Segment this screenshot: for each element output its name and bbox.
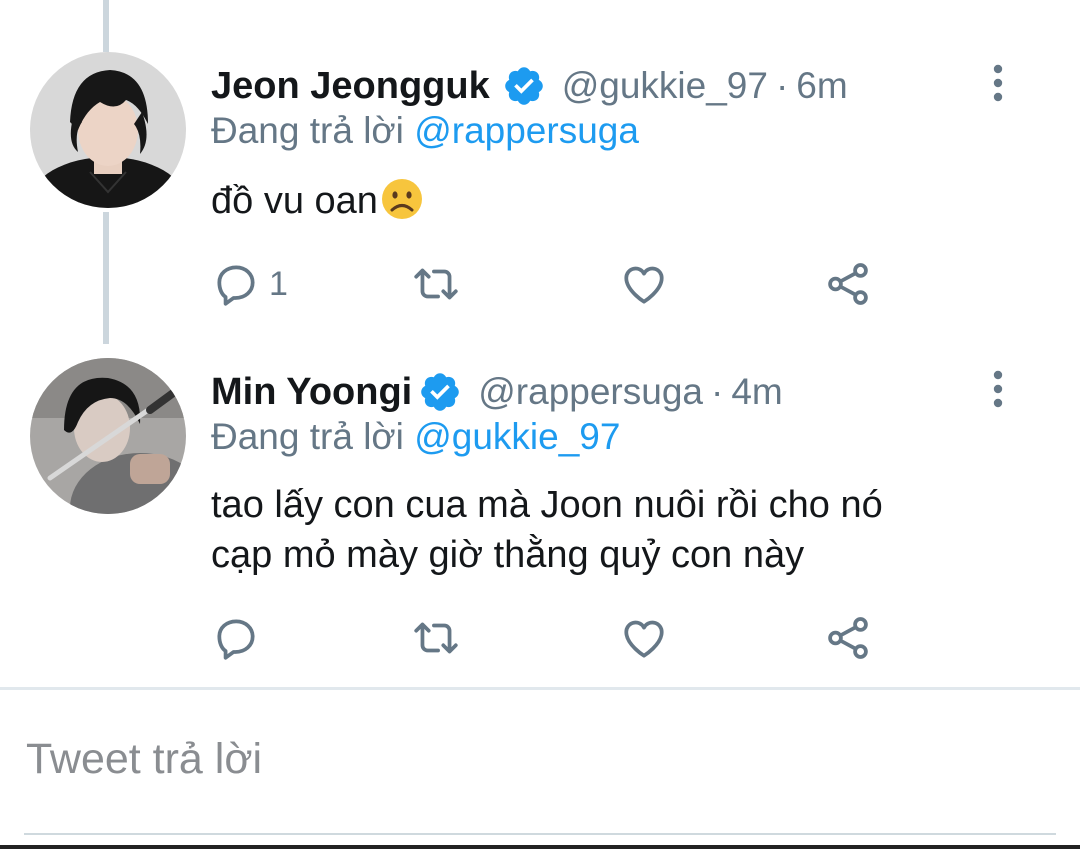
compose-underline	[24, 833, 1056, 835]
replying-label: Đang trả lời	[211, 110, 404, 151]
share-icon	[828, 617, 868, 659]
tweet-text: tao lấy con cua mà Joon nuôi rồi cho nó …	[211, 480, 1001, 580]
more-options-icon[interactable]	[986, 64, 1010, 104]
separator: ·	[775, 65, 789, 106]
reply-count: 1	[269, 264, 288, 303]
avatar[interactable]	[30, 52, 186, 208]
frowning-face-icon	[380, 177, 424, 221]
tweet-actions: 1	[211, 254, 911, 314]
more-options-icon[interactable]	[986, 370, 1010, 410]
tweet[interactable]: Jeon Jeongguk @gukkie_97 · 6m Đang trả l…	[0, 52, 1080, 342]
like-button[interactable]	[619, 254, 669, 314]
retweet-button[interactable]	[411, 254, 461, 314]
display-name[interactable]: Jeon Jeongguk	[211, 65, 490, 108]
compose-divider	[0, 687, 1080, 690]
tweet-actions	[211, 608, 911, 668]
like-icon	[624, 266, 664, 304]
retweet-button[interactable]	[411, 608, 461, 668]
user-handle[interactable]: @rappersuga	[478, 371, 703, 413]
replying-to-handle[interactable]: @gukkie_97	[414, 416, 620, 457]
retweet-icon	[414, 268, 458, 300]
reply-compose-input[interactable]	[26, 735, 1026, 784]
verified-badge-icon	[418, 370, 462, 414]
tweet-text: đồ vu oan	[211, 176, 1001, 226]
share-button[interactable]	[823, 254, 873, 314]
like-icon	[624, 620, 664, 658]
user-handle[interactable]: @gukkie_97	[562, 65, 768, 107]
timestamp[interactable]: 6m	[796, 65, 847, 107]
timestamp[interactable]: 4m	[731, 371, 782, 413]
replying-to: Đang trả lời @rappersuga	[211, 110, 639, 152]
reply-button[interactable]	[211, 608, 261, 668]
verified-badge-icon	[502, 64, 546, 108]
tweet-text-line: cạp mỏ mày giờ thằng quỷ con này	[211, 534, 805, 576]
tweet-text-line: tao lấy con cua mà Joon nuôi rồi cho nó	[211, 484, 883, 526]
tweet-text-body: đồ vu oan	[211, 180, 378, 222]
reply-button[interactable]: 1	[211, 254, 288, 314]
share-icon	[828, 263, 868, 305]
thread-line	[103, 212, 109, 344]
like-button[interactable]	[619, 608, 669, 668]
reply-icon	[217, 619, 255, 660]
bottom-edge	[0, 845, 1080, 849]
tweet-header: Jeon Jeongguk @gukkie_97 · 6m	[211, 60, 848, 112]
separator: ·	[710, 371, 724, 412]
reply-icon	[217, 265, 255, 306]
replying-to: Đang trả lời @gukkie_97	[211, 416, 620, 458]
replying-to-handle[interactable]: @rappersuga	[414, 110, 639, 151]
display-name[interactable]: Min Yoongi	[211, 371, 412, 414]
avatar[interactable]	[30, 358, 186, 514]
tweet[interactable]: Min Yoongi @rappersuga · 4m Đang trả lời…	[0, 358, 1080, 678]
retweet-icon	[414, 622, 458, 654]
tweet-header: Min Yoongi @rappersuga · 4m	[211, 366, 783, 418]
replying-label: Đang trả lời	[211, 416, 404, 457]
share-button[interactable]	[823, 608, 873, 668]
thread-line	[103, 0, 109, 52]
